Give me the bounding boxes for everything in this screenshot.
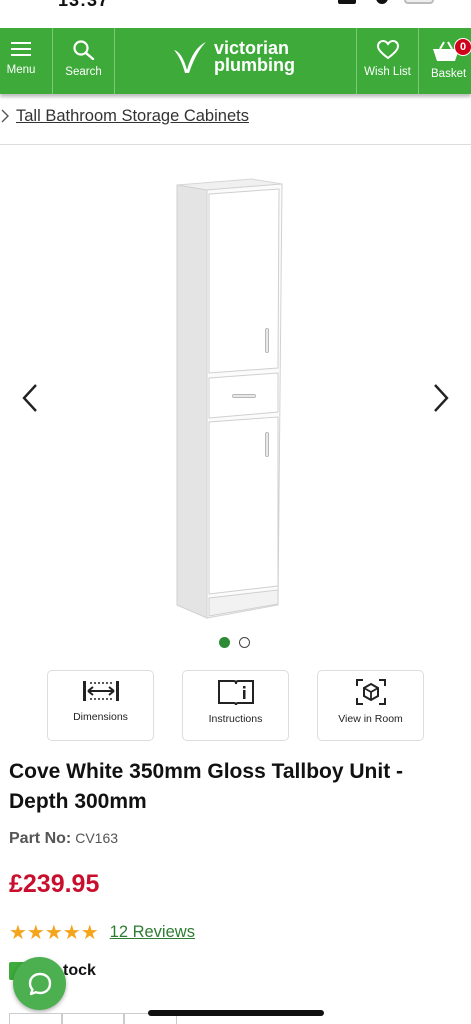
hamburger-icon [11,42,31,56]
product-gallery[interactable] [0,168,471,628]
logo-text-line2: plumbing [214,55,295,75]
chat-button[interactable] [13,957,66,1010]
ar-cube-icon [355,679,386,705]
signal-icon [338,0,356,4]
dimensions-label: Dimensions [73,711,128,723]
top-navbar: Menu Search victorian plumbing Wish List… [0,28,471,94]
basket-count-badge: 0 [454,38,471,56]
view-in-room-label: View in Room [338,713,403,725]
dimensions-icon [82,681,119,701]
instructions-button[interactable]: Instructions [182,670,289,741]
gallery-dot[interactable] [239,637,250,648]
product-image [176,178,283,619]
instructions-icon [217,680,254,706]
search-label: Search [65,66,102,78]
search-button[interactable]: Search [53,28,114,94]
part-number-label: Part No: [9,830,72,847]
divider [0,144,471,145]
wifi-icon [376,0,388,4]
search-icon [72,40,94,60]
status-time: 13:37 [58,0,110,10]
menu-button[interactable]: Menu [0,28,42,94]
chat-bubble-icon [28,972,51,995]
previous-image-arrow-icon[interactable] [16,383,46,413]
rating-row: ★★★★★ 12 Reviews [9,920,195,945]
wishlist-button[interactable]: Wish List [357,28,418,94]
part-number: Part No: CV163 [9,830,118,848]
chevron-right-icon [1,109,9,123]
menu-label: Menu [6,64,36,76]
site-logo[interactable]: victorian plumbing [172,39,295,75]
next-image-arrow-icon[interactable] [425,383,455,413]
product-price: £239.95 [9,870,100,898]
breadcrumb: Tall Bathroom Storage Cabinets [0,100,471,132]
gallery-dot-active[interactable] [219,637,230,648]
reviews-link[interactable]: 12 Reviews [110,923,195,942]
wishlist-label: Wish List [364,66,411,78]
quantity-input[interactable] [62,1013,124,1024]
quantity-decrease-button[interactable] [9,1013,62,1024]
breadcrumb-link[interactable]: Tall Bathroom Storage Cabinets [16,107,249,126]
logo-mark-icon [174,42,206,73]
stock-text: tock [63,962,96,979]
battery-icon [404,0,434,4]
dimensions-button[interactable]: Dimensions [47,670,154,741]
status-bar: 13:37 [0,0,471,28]
view-in-room-button[interactable]: View in Room [317,670,424,741]
product-title: Cove White 350mm Gloss Tallboy Unit - De… [9,760,404,813]
part-number-value: CV163 [75,830,119,846]
gallery-pagination [219,637,250,648]
home-indicator [148,1010,324,1016]
basket-label: Basket [431,68,467,80]
heart-icon [376,40,399,60]
rating-stars-icon: ★★★★★ [9,922,99,944]
instructions-label: Instructions [208,713,263,725]
